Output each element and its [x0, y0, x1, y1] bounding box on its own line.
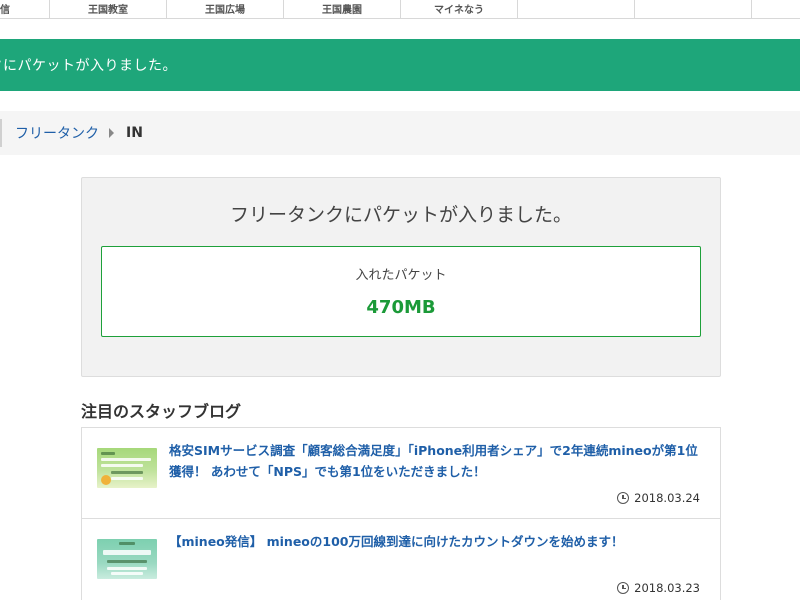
blog-post-date: 2018.03.23 — [617, 581, 700, 595]
blog-post-date-text: 2018.03.23 — [634, 581, 700, 595]
nav-item-empty-2[interactable] — [635, 0, 752, 19]
nav-item-maine-now[interactable]: マイネなう — [401, 0, 518, 19]
staff-blog-heading: 注目のスタッフブログ — [81, 402, 242, 421]
blog-post-date-text: 2018.03.24 — [634, 491, 700, 505]
nav-item-partial[interactable]: 信 — [0, 0, 50, 19]
blog-post-date: 2018.03.24 — [617, 491, 700, 505]
blog-thumbnail-image[interactable] — [97, 539, 157, 579]
success-banner-text: ンクにパケットが入りました。 — [0, 58, 177, 74]
blog-post-item[interactable]: 格安SIMサービス調査「顧客総合満足度」「iPhone利用者シェア」で2年連続m… — [82, 428, 720, 519]
blog-post-item[interactable]: 【mineo発信】 mineoの100万回線到達に向けたカウントダウンを始めます… — [82, 519, 720, 600]
packet-amount-value: 470MB — [366, 297, 436, 318]
packet-amount-label: 入れたパケット — [355, 268, 447, 283]
clock-icon — [617, 492, 630, 504]
clock-icon — [617, 582, 630, 594]
breadcrumb-divider — [0, 119, 2, 147]
blog-thumbnail-image[interactable] — [97, 448, 157, 488]
top-navigation: 信 王国教室 王国広場 王国農園 マイネなう — [0, 0, 800, 19]
blog-post-title-link[interactable]: 格安SIMサービス調査「顧客総合満足度」「iPhone利用者シェア」で2年連続m… — [169, 440, 709, 482]
nav-item-kingdom-farm[interactable]: 王国農園 — [284, 0, 401, 19]
staff-blog-list: 格安SIMサービス調査「顧客総合満足度」「iPhone利用者シェア」で2年連続m… — [81, 427, 721, 600]
nav-item-kingdom-plaza[interactable]: 王国広場 — [167, 0, 284, 19]
result-title: フリータンクにパケットが入りました。 — [229, 204, 572, 226]
breadcrumb-current: IN — [126, 125, 143, 141]
packet-amount-box: 入れたパケット 470MB — [101, 246, 701, 337]
nav-item-kingdom-classroom[interactable]: 王国教室 — [50, 0, 167, 19]
result-panel: フリータンクにパケットが入りました。 入れたパケット 470MB — [81, 177, 721, 377]
success-banner: ンクにパケットが入りました。 — [0, 39, 800, 91]
nav-item-empty-1[interactable] — [518, 0, 635, 19]
breadcrumb-link-free-tank[interactable]: フリータンク — [15, 123, 99, 143]
breadcrumb: フリータンク IN — [0, 111, 800, 155]
chevron-right-icon — [109, 128, 114, 138]
blog-post-title-link[interactable]: 【mineo発信】 mineoの100万回線到達に向けたカウントダウンを始めます… — [169, 531, 709, 552]
